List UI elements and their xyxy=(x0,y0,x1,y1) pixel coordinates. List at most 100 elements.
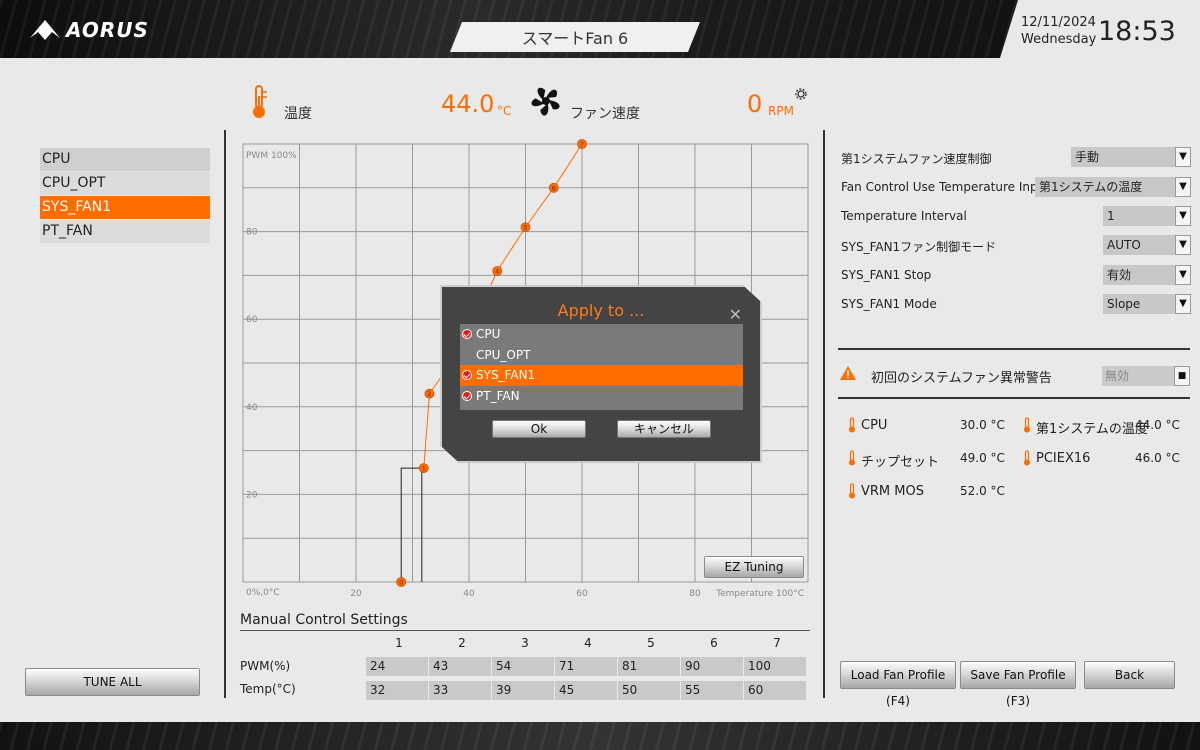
setting-value: 手動 xyxy=(1075,150,1100,164)
back-button[interactable]: Back xyxy=(1084,661,1175,689)
thermometer-icon xyxy=(253,85,267,118)
fan-speed-unit: RPM xyxy=(768,104,794,118)
pwm-cell[interactable]: 43 xyxy=(429,657,491,676)
temperature-sensor-value: 30.0 °C xyxy=(960,418,1005,432)
close-icon[interactable]: ✕ xyxy=(729,305,742,324)
logo-text: AORUS xyxy=(66,18,149,42)
page-title-text: スマートFan 6 xyxy=(521,29,629,48)
y-tick-label: 20 xyxy=(246,490,258,500)
setting-select[interactable]: 1 ▼ xyxy=(1103,206,1191,226)
chevron-down-icon: ▼ xyxy=(1175,147,1191,167)
fan-fail-warning-label: 初回のシステムファン異常警告 xyxy=(871,371,1052,386)
setting-row: SYS_FAN1 Mode Slope ▼ xyxy=(841,294,1191,316)
apply-item-cpu[interactable]: CPU xyxy=(460,324,743,345)
curve-point-label: 1 xyxy=(422,465,426,473)
temp-cell[interactable]: 39 xyxy=(492,681,554,700)
x-tick-label: 60 xyxy=(576,589,588,599)
origin-label: 0%,0°C xyxy=(246,588,280,598)
temperature-sensor-label: 第1システムの温度 xyxy=(1036,422,1148,437)
weekday-text: Wednesday xyxy=(1021,32,1097,47)
curve-point-label: 0 xyxy=(399,579,403,587)
setting-select[interactable]: AUTO ▼ xyxy=(1103,235,1191,255)
save-fan-profile-button[interactable]: Save Fan Profile (F3) xyxy=(960,661,1076,708)
thermometer-icon xyxy=(849,483,855,499)
apply-item-label: SYS_FAN1 xyxy=(476,368,536,382)
temp-cell[interactable]: 32 xyxy=(366,681,428,700)
temperature-sensor-value: 46.0 °C xyxy=(1135,451,1180,465)
pwm-cell[interactable]: 24 xyxy=(366,657,428,676)
load-fan-profile-button[interactable]: Load Fan Profile (F4) xyxy=(840,661,956,708)
pwm-cell[interactable]: 81 xyxy=(618,657,680,676)
fan-item-label: PT_FAN xyxy=(42,223,93,239)
setting-row: Temperature Interval 1 ▼ xyxy=(841,206,1191,228)
date-text: 12/11/2024 xyxy=(1021,15,1096,30)
settings-divider-bottom xyxy=(838,397,1190,399)
y-axis-unit-label: PWM 100% xyxy=(246,151,297,161)
thermometer-icon xyxy=(849,417,855,433)
fan-item-label: SYS_FAN1 xyxy=(42,199,112,215)
temperature-value: 44.0 xyxy=(441,90,495,118)
apply-item-label: CPU_OPT xyxy=(476,347,531,362)
curve-point-label: 2 xyxy=(427,390,431,398)
settings-divider-top xyxy=(838,348,1190,350)
temp-cell[interactable]: 33 xyxy=(429,681,491,700)
dialog-title: Apply to ... xyxy=(557,301,645,320)
apply-item-cpu-opt[interactable]: CPU_OPT xyxy=(460,345,743,366)
temp-cell[interactable]: 55 xyxy=(681,681,743,700)
x-tick-label: 20 xyxy=(350,589,362,599)
fan-item-label: CPU_OPT xyxy=(42,175,106,191)
date-display: 12/11/2024 Wednesday xyxy=(1021,14,1096,48)
check-icon xyxy=(462,390,472,401)
setting-select[interactable]: 第1システムの温度 ▼ xyxy=(1035,177,1191,197)
column-header: 2 xyxy=(458,636,466,650)
setting-label: SYS_FAN1 Stop xyxy=(841,268,932,282)
temp-cell[interactable]: 50 xyxy=(618,681,680,700)
column-header: 3 xyxy=(521,636,529,650)
fan-fail-warning-select[interactable]: 無効 ■ xyxy=(1102,366,1190,386)
setting-select[interactable]: 有効 ▼ xyxy=(1103,265,1191,285)
pwm-cell[interactable]: 90 xyxy=(681,657,743,676)
tune-all-button[interactable]: TUNE ALL xyxy=(25,668,200,696)
setting-row: SYS_FAN1ファン制御モード AUTO ▼ xyxy=(841,235,1191,257)
column-header: 5 xyxy=(647,636,655,650)
cancel-button[interactable]: キャンセル xyxy=(617,420,711,438)
setting-value: 第1システムの温度 xyxy=(1039,180,1143,194)
fan-item-pt-fan[interactable]: PT_FAN xyxy=(40,220,210,243)
gear-icon[interactable] xyxy=(795,88,807,100)
thermometer-icon xyxy=(1024,417,1030,433)
page-title: スマートFan 6 xyxy=(450,22,700,52)
bottom-bar-texture xyxy=(0,722,1200,750)
setting-select[interactable]: Slope ▼ xyxy=(1103,294,1191,314)
top-bar: AORUS スマートFan 6 12/11/2024 Wednesday 18:… xyxy=(0,0,1200,58)
column-header: 7 xyxy=(773,636,781,650)
pwm-cell[interactable]: 54 xyxy=(492,657,554,676)
ez-tuning-button[interactable]: EZ Tuning xyxy=(704,556,804,578)
square-icon: ■ xyxy=(1174,366,1190,386)
apply-item-pt-fan[interactable]: PT_FAN xyxy=(460,386,743,407)
temperature-sensor-label: PCIEX16 xyxy=(1036,451,1091,466)
setting-value: 1 xyxy=(1107,209,1115,223)
thermometer-icon xyxy=(849,450,855,466)
warning-icon xyxy=(840,366,856,380)
fan-item-cpu[interactable]: CPU xyxy=(40,148,210,171)
fan-item-cpu-opt[interactable]: CPU_OPT xyxy=(40,172,210,195)
y-tick-label: 60 xyxy=(246,315,258,325)
pwm-cell[interactable]: 71 xyxy=(555,657,617,676)
pwm-cell[interactable]: 100 xyxy=(744,657,806,676)
temperature-label: 温度 xyxy=(284,106,312,122)
column-header: 1 xyxy=(395,636,403,650)
setting-value: AUTO xyxy=(1107,238,1141,252)
bottom-bar xyxy=(0,722,1200,750)
setting-select[interactable]: 手動 ▼ xyxy=(1071,147,1191,167)
temperature-sensor-value: 52.0 °C xyxy=(960,484,1005,498)
manual-control-title: Manual Control Settings xyxy=(240,612,408,628)
temp-cell[interactable]: 45 xyxy=(555,681,617,700)
manual-title-underline xyxy=(240,630,810,631)
fan-icon xyxy=(531,87,560,116)
temp-row-label: Temp(°C) xyxy=(240,682,296,696)
fan-item-sys-fan1[interactable]: SYS_FAN1 xyxy=(40,196,210,219)
setting-value: Slope xyxy=(1107,297,1141,311)
ok-button[interactable]: Ok xyxy=(492,420,586,438)
apply-item-sys-fan1[interactable]: SYS_FAN1 xyxy=(460,365,743,386)
temp-cell[interactable]: 60 xyxy=(744,681,806,700)
